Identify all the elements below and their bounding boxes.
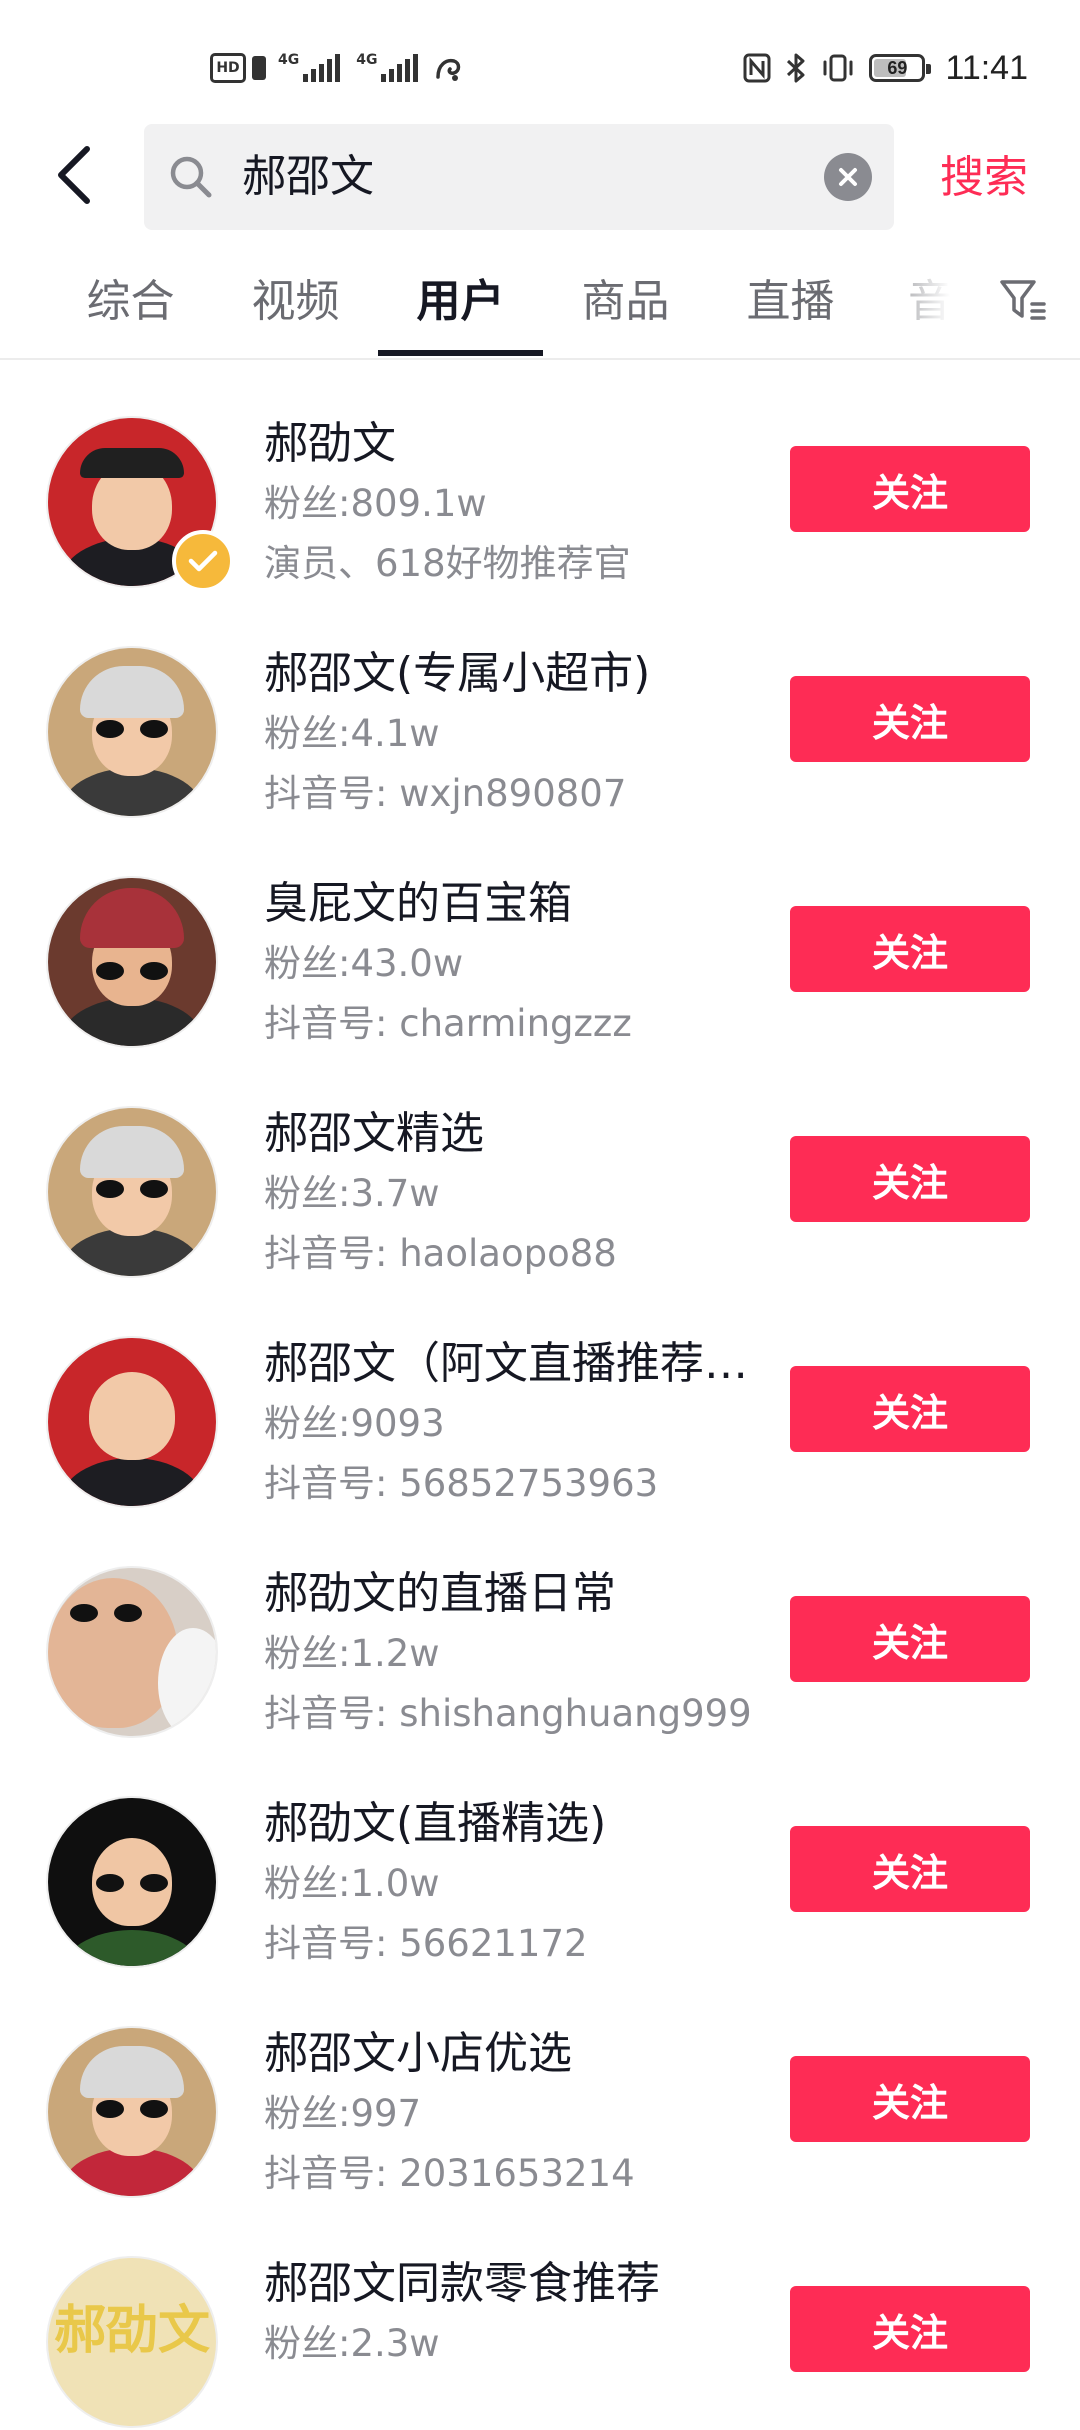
sim2-signal-icon <box>381 54 419 82</box>
user-name[interactable]: 郝劭文的直播日常 <box>264 1564 764 1624</box>
user-name[interactable]: 郝邵文（阿文直播推荐… <box>264 1334 764 1394</box>
user-followers: 粉丝:809.1w <box>264 482 487 525</box>
user-row[interactable]: 郝劭文 粉丝:809.1w 演员、618好物推荐官 关注 <box>0 360 1080 592</box>
avatar[interactable] <box>48 648 216 816</box>
user-followers: 粉丝:43.0w <box>264 942 464 985</box>
user-info: 郝邵文（阿文直播推荐… 粉丝:9093 抖音号: 56852753963 <box>264 1334 764 1514</box>
avatar[interactable] <box>48 1798 216 1966</box>
follow-button[interactable]: 关注 <box>790 1596 1030 1682</box>
close-icon <box>839 168 857 186</box>
user-info: 郝劭文的直播日常 粉丝:1.2w 抖音号: shishanghuang999 <box>264 1564 764 1744</box>
chevron-left-icon <box>58 146 90 204</box>
user-name[interactable]: 郝邵文小店优选 <box>264 2024 764 2084</box>
back-button[interactable] <box>40 140 110 210</box>
follow-button[interactable]: 关注 <box>790 1826 1030 1912</box>
avatar[interactable] <box>48 878 216 1046</box>
user-followers: 粉丝:4.1w <box>264 712 440 755</box>
user-name[interactable]: 郝邵文(专属小超市) <box>264 644 764 704</box>
tab-videos[interactable]: 视频 <box>213 252 378 356</box>
user-info: 郝劭文(直播精选) 粉丝:1.0w 抖音号: 56621172 <box>264 1794 764 1974</box>
status-left-icons: HD 4G 4G <box>210 48 464 88</box>
battery-icon: 69 <box>869 54 932 82</box>
avatar[interactable]: 郝劭文 <box>48 2258 216 2426</box>
tab-users[interactable]: 用户 <box>378 252 543 356</box>
app-notification-icon <box>436 58 461 81</box>
hd-voice-icon: HD <box>210 53 246 83</box>
user-followers: 粉丝:1.2w <box>264 1632 440 1675</box>
search-box[interactable]: 郝邵文 <box>144 124 894 230</box>
follow-button[interactable]: 关注 <box>790 1366 1030 1452</box>
tab-fade-overlay <box>860 252 980 356</box>
search-result-tabs: 综合 视频 用户 商品 直播 音 <box>0 252 1080 360</box>
follow-button[interactable]: 关注 <box>790 2056 1030 2142</box>
user-row[interactable]: 郝邵文精选 粉丝:3.7w 抖音号: haolaopo88 关注 <box>0 1050 1080 1280</box>
user-name[interactable]: 臭屁文的百宝箱 <box>264 874 764 934</box>
user-name[interactable]: 郝劭文 <box>264 414 764 474</box>
follow-button[interactable]: 关注 <box>790 446 1030 532</box>
clear-search-button[interactable] <box>824 153 872 201</box>
user-row[interactable]: 臭屁文的百宝箱 粉丝:43.0w 抖音号: charmingzzz 关注 <box>0 820 1080 1050</box>
sim2-network-label: 4G <box>356 52 378 68</box>
user-info: 郝邵文小店优选 粉丝:997 抖音号: 2031653214 <box>264 2024 764 2204</box>
avatar-logo-text: 郝劭文 <box>53 2301 210 2361</box>
active-tab-indicator <box>378 350 543 356</box>
user-info: 郝邵文(专属小超市) 粉丝:4.1w 抖音号: wxjn890807 <box>264 644 764 824</box>
user-douyin-id: 抖音号: charmingzzz <box>264 1002 632 1045</box>
user-followers: 粉丝:3.7w <box>264 1172 440 1215</box>
tab-comprehensive[interactable]: 综合 <box>48 252 213 356</box>
bluetooth-icon <box>787 53 805 83</box>
tab-live[interactable]: 直播 <box>708 252 873 356</box>
follow-button[interactable]: 关注 <box>790 1136 1030 1222</box>
avatar[interactable] <box>48 1568 216 1736</box>
search-submit-button[interactable]: 搜索 <box>940 140 1028 216</box>
user-row[interactable]: 郝劭文的直播日常 粉丝:1.2w 抖音号: shishanghuang999 关… <box>0 1510 1080 1740</box>
user-followers: 粉丝:2.3w <box>264 2322 440 2365</box>
user-row[interactable]: 郝劭文 郝邵文同款零食推荐 粉丝:2.3w 关注 <box>0 2200 1080 2430</box>
sim1-signal-icon <box>303 54 341 82</box>
checkmark-icon <box>188 550 218 572</box>
avatar[interactable] <box>48 2028 216 2196</box>
user-name[interactable]: 郝劭文(直播精选) <box>264 1794 764 1854</box>
vibrate-icon <box>823 54 853 82</box>
user-info: 郝邵文同款零食推荐 粉丝:2.3w <box>264 2254 764 2374</box>
user-douyin-id: 抖音号: 56621172 <box>264 1922 588 1965</box>
user-name[interactable]: 郝邵文精选 <box>264 1104 764 1164</box>
verified-badge <box>172 530 234 592</box>
user-douyin-id: 抖音号: 2031653214 <box>264 2152 635 2195</box>
user-row[interactable]: 郝劭文(直播精选) 粉丝:1.0w 抖音号: 56621172 关注 <box>0 1740 1080 1970</box>
user-row[interactable]: 郝邵文（阿文直播推荐… 粉丝:9093 抖音号: 56852753963 关注 <box>0 1280 1080 1510</box>
battery-level: 69 <box>887 57 908 78</box>
user-douyin-id: 抖音号: haolaopo88 <box>264 1232 617 1275</box>
follow-button[interactable]: 关注 <box>790 676 1030 762</box>
user-name[interactable]: 郝邵文同款零食推荐 <box>264 2254 764 2314</box>
status-bar: HD 4G 4G 69 11:41 <box>0 0 1080 120</box>
status-time: 11:41 <box>945 48 1028 87</box>
user-description: 演员、618好物推荐官 <box>264 542 631 585</box>
avatar[interactable] <box>48 1108 216 1276</box>
filter-icon[interactable] <box>998 276 1048 326</box>
sim1-network-label: 4G <box>278 52 300 68</box>
follow-button[interactable]: 关注 <box>790 2286 1030 2372</box>
status-right-icons: 69 11:41 <box>743 48 1028 88</box>
user-result-list: 郝劭文 粉丝:809.1w 演员、618好物推荐官 关注 郝邵文(专属小超市) … <box>0 360 1080 2430</box>
sim-card-icon <box>252 56 266 80</box>
user-douyin-id: 抖音号: 56852753963 <box>264 1462 659 1505</box>
user-row[interactable]: 郝邵文小店优选 粉丝:997 抖音号: 2031653214 关注 <box>0 1970 1080 2200</box>
nfc-icon <box>743 53 771 83</box>
tab-products[interactable]: 商品 <box>543 252 708 356</box>
user-info: 臭屁文的百宝箱 粉丝:43.0w 抖音号: charmingzzz <box>264 874 764 1054</box>
user-followers: 粉丝:997 <box>264 2092 422 2135</box>
user-info: 郝劭文 粉丝:809.1w 演员、618好物推荐官 <box>264 414 764 594</box>
user-row[interactable]: 郝邵文(专属小超市) 粉丝:4.1w 抖音号: wxjn890807 关注 <box>0 590 1080 820</box>
avatar[interactable] <box>48 1338 216 1506</box>
follow-button[interactable]: 关注 <box>790 906 1030 992</box>
user-douyin-id: 抖音号: shishanghuang999 <box>264 1692 752 1735</box>
user-info: 郝邵文精选 粉丝:3.7w 抖音号: haolaopo88 <box>264 1104 764 1284</box>
user-followers: 粉丝:1.0w <box>264 1862 440 1905</box>
search-input[interactable]: 郝邵文 <box>242 124 374 230</box>
user-douyin-id: 抖音号: wxjn890807 <box>264 772 627 815</box>
search-icon <box>170 156 212 198</box>
user-followers: 粉丝:9093 <box>264 1402 445 1445</box>
